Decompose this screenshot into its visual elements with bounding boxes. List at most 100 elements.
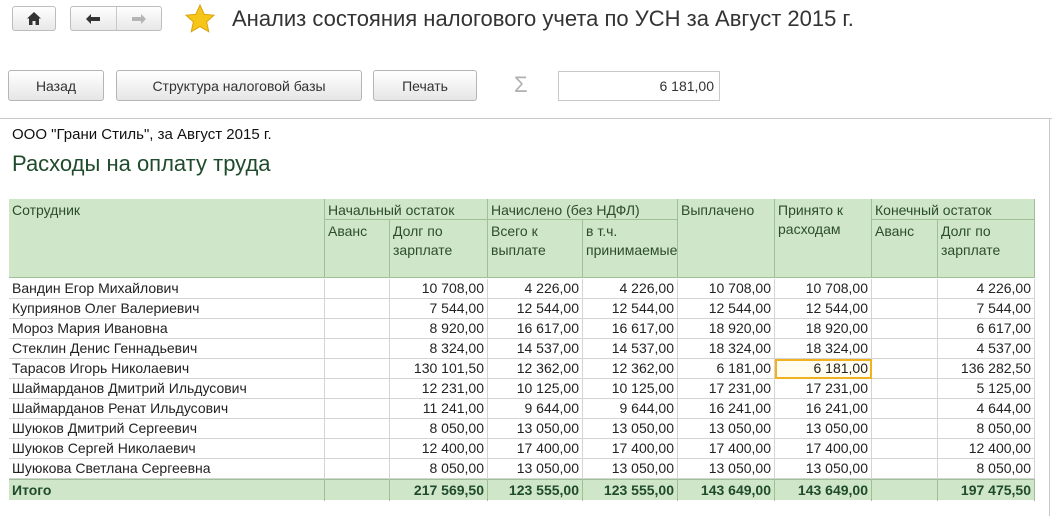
table-row[interactable]: Шуюкова Светлана Сергеевна 8 050,00 13 050… xyxy=(9,459,1035,479)
tax-base-structure-button[interactable]: Структура налоговой базы xyxy=(116,70,362,101)
cell-opening-debt[interactable]: 12 231,00 xyxy=(390,379,488,399)
cell-closing-advance[interactable] xyxy=(872,439,938,459)
cell-opening-advance[interactable] xyxy=(325,339,390,359)
cell-closing-advance[interactable] xyxy=(872,319,938,339)
cell-opening-advance[interactable] xyxy=(325,399,390,419)
cell-employee-name[interactable]: Мороз Мария Ивановна xyxy=(9,319,325,339)
cell-accepted-expenses[interactable]: 18 324,00 xyxy=(775,339,872,359)
cell-closing-debt[interactable]: 7 544,00 xyxy=(938,299,1035,319)
cell-opening-debt[interactable]: 11 241,00 xyxy=(390,399,488,419)
cell-closing-advance[interactable] xyxy=(872,379,938,399)
table-row[interactable]: Тарасов Игорь Николаевич 130 101,50 12 362… xyxy=(9,359,1035,379)
cell-total-to-pay[interactable]: 10 125,00 xyxy=(488,379,583,399)
cell-closing-debt[interactable]: 8 050,00 xyxy=(938,459,1035,479)
table-row[interactable]: Стеклин Денис Геннадьевич 8 324,00 14 537,… xyxy=(9,339,1035,359)
cell-paid[interactable]: 12 544,00 xyxy=(678,299,775,319)
cell-paid[interactable]: 16 241,00 xyxy=(678,399,775,419)
cell-incl-accepted[interactable]: 13 050,00 xyxy=(583,419,678,439)
cell-accepted-expenses[interactable]: 13 050,00 xyxy=(775,419,872,439)
cell-employee-name[interactable]: Тарасов Игорь Николаевич xyxy=(9,359,325,379)
cell-incl-accepted[interactable]: 12 362,00 xyxy=(583,359,678,379)
cell-paid[interactable]: 10 708,00 xyxy=(678,279,775,299)
cell-incl-accepted[interactable]: 17 400,00 xyxy=(583,439,678,459)
cell-opening-advance[interactable] xyxy=(325,299,390,319)
table-row[interactable]: Шуюков Дмитрий Сергеевич 8 050,00 13 050,0… xyxy=(9,419,1035,439)
cell-opening-debt[interactable]: 8 920,00 xyxy=(390,319,488,339)
cell-incl-accepted[interactable]: 9 644,00 xyxy=(583,399,678,419)
cell-opening-advance[interactable] xyxy=(325,319,390,339)
cell-employee-name[interactable]: Шуюкова Светлана Сергеевна xyxy=(9,459,325,479)
cell-paid[interactable]: 13 050,00 xyxy=(678,419,775,439)
cell-opening-debt[interactable]: 12 400,00 xyxy=(390,439,488,459)
cell-incl-accepted[interactable]: 4 226,00 xyxy=(583,279,678,299)
table-row[interactable]: Вандин Егор Михайлович 10 708,00 4 226,00 4… xyxy=(9,279,1035,299)
cell-opening-advance[interactable] xyxy=(325,279,390,299)
cell-incl-accepted[interactable]: 12 544,00 xyxy=(583,299,678,319)
cell-paid[interactable]: 13 050,00 xyxy=(678,459,775,479)
cell-incl-accepted[interactable]: 10 125,00 xyxy=(583,379,678,399)
cell-paid[interactable]: 18 920,00 xyxy=(678,319,775,339)
cell-closing-debt[interactable]: 8 050,00 xyxy=(938,419,1035,439)
cell-closing-advance[interactable] xyxy=(872,399,938,419)
cell-accepted-expenses[interactable]: 18 920,00 xyxy=(775,319,872,339)
cell-closing-debt[interactable]: 6 617,00 xyxy=(938,319,1035,339)
cell-opening-debt[interactable]: 8 050,00 xyxy=(390,419,488,439)
cell-closing-debt[interactable]: 4 644,00 xyxy=(938,399,1035,419)
cell-opening-advance[interactable] xyxy=(325,439,390,459)
cell-total-to-pay[interactable]: 9 644,00 xyxy=(488,399,583,419)
cell-employee-name[interactable]: Стеклин Денис Геннадьевич xyxy=(9,339,325,359)
cell-employee-name[interactable]: Шаймарданов Ренат Ильдусович xyxy=(9,399,325,419)
table-row[interactable]: Шаймарданов Дмитрий Ильдусович 12 231,00 1… xyxy=(9,379,1035,399)
forward-nav-button[interactable] xyxy=(115,7,162,30)
star-icon[interactable] xyxy=(184,3,216,35)
table-row[interactable]: Шуюков Сергей Николаевич 12 400,00 17 400,… xyxy=(9,439,1035,459)
cell-closing-debt[interactable]: 4 537,00 xyxy=(938,339,1035,359)
table-row[interactable]: Шаймарданов Ренат Ильдусович 11 241,00 9 6… xyxy=(9,399,1035,419)
table-row[interactable]: Мороз Мария Ивановна 8 920,00 16 617,00 16 … xyxy=(9,319,1035,339)
cell-opening-advance[interactable] xyxy=(325,379,390,399)
cell-accepted-expenses[interactable]: 13 050,00 xyxy=(775,459,872,479)
cell-total-to-pay[interactable]: 14 537,00 xyxy=(488,339,583,359)
home-button[interactable] xyxy=(12,6,56,31)
cell-opening-debt[interactable]: 7 544,00 xyxy=(390,299,488,319)
cell-total-to-pay[interactable]: 13 050,00 xyxy=(488,459,583,479)
cell-opening-advance[interactable] xyxy=(325,359,390,379)
cell-accepted-expenses[interactable]: 10 708,00 xyxy=(775,279,872,299)
cell-total-to-pay[interactable]: 12 544,00 xyxy=(488,299,583,319)
cell-closing-debt[interactable]: 136 282,50 xyxy=(938,359,1035,379)
cell-closing-debt[interactable]: 5 125,00 xyxy=(938,379,1035,399)
cell-employee-name[interactable]: Куприянов Олег Валериевич xyxy=(9,299,325,319)
cell-closing-advance[interactable] xyxy=(872,419,938,439)
cell-total-to-pay[interactable]: 17 400,00 xyxy=(488,439,583,459)
cell-closing-debt[interactable]: 4 226,00 xyxy=(938,279,1035,299)
cell-accepted-expenses[interactable]: 16 241,00 xyxy=(775,399,872,419)
print-button[interactable]: Печать xyxy=(373,70,477,101)
cell-closing-advance[interactable] xyxy=(872,299,938,319)
cell-opening-debt[interactable]: 8 324,00 xyxy=(390,339,488,359)
cell-closing-advance[interactable] xyxy=(872,279,938,299)
cell-employee-name[interactable]: Шаймарданов Дмитрий Ильдусович xyxy=(9,379,325,399)
back-button[interactable]: Назад xyxy=(8,70,104,101)
cell-opening-debt[interactable]: 130 101,50 xyxy=(390,359,488,379)
cell-opening-advance[interactable] xyxy=(325,419,390,439)
cell-opening-debt[interactable]: 10 708,00 xyxy=(390,279,488,299)
cell-accepted-expenses[interactable]: 12 544,00 xyxy=(775,299,872,319)
cell-accepted-expenses[interactable]: 6 181,00 xyxy=(775,359,872,379)
cell-employee-name[interactable]: Шуюков Дмитрий Сергеевич xyxy=(9,419,325,439)
cell-incl-accepted[interactable]: 16 617,00 xyxy=(583,319,678,339)
back-nav-button[interactable] xyxy=(71,7,116,30)
cell-accepted-expenses[interactable]: 17 231,00 xyxy=(775,379,872,399)
cell-incl-accepted[interactable]: 13 050,00 xyxy=(583,459,678,479)
cell-paid[interactable]: 6 181,00 xyxy=(678,359,775,379)
cell-employee-name[interactable]: Вандин Егор Михайлович xyxy=(9,279,325,299)
cell-total-to-pay[interactable]: 16 617,00 xyxy=(488,319,583,339)
cell-closing-debt[interactable]: 12 400,00 xyxy=(938,439,1035,459)
cell-total-to-pay[interactable]: 4 226,00 xyxy=(488,279,583,299)
cell-closing-advance[interactable] xyxy=(872,339,938,359)
cell-paid[interactable]: 17 231,00 xyxy=(678,379,775,399)
cell-accepted-expenses[interactable]: 17 400,00 xyxy=(775,439,872,459)
cell-closing-advance[interactable] xyxy=(872,459,938,479)
cell-total-to-pay[interactable]: 12 362,00 xyxy=(488,359,583,379)
cell-opening-debt[interactable]: 8 050,00 xyxy=(390,459,488,479)
cell-closing-advance[interactable] xyxy=(872,359,938,379)
